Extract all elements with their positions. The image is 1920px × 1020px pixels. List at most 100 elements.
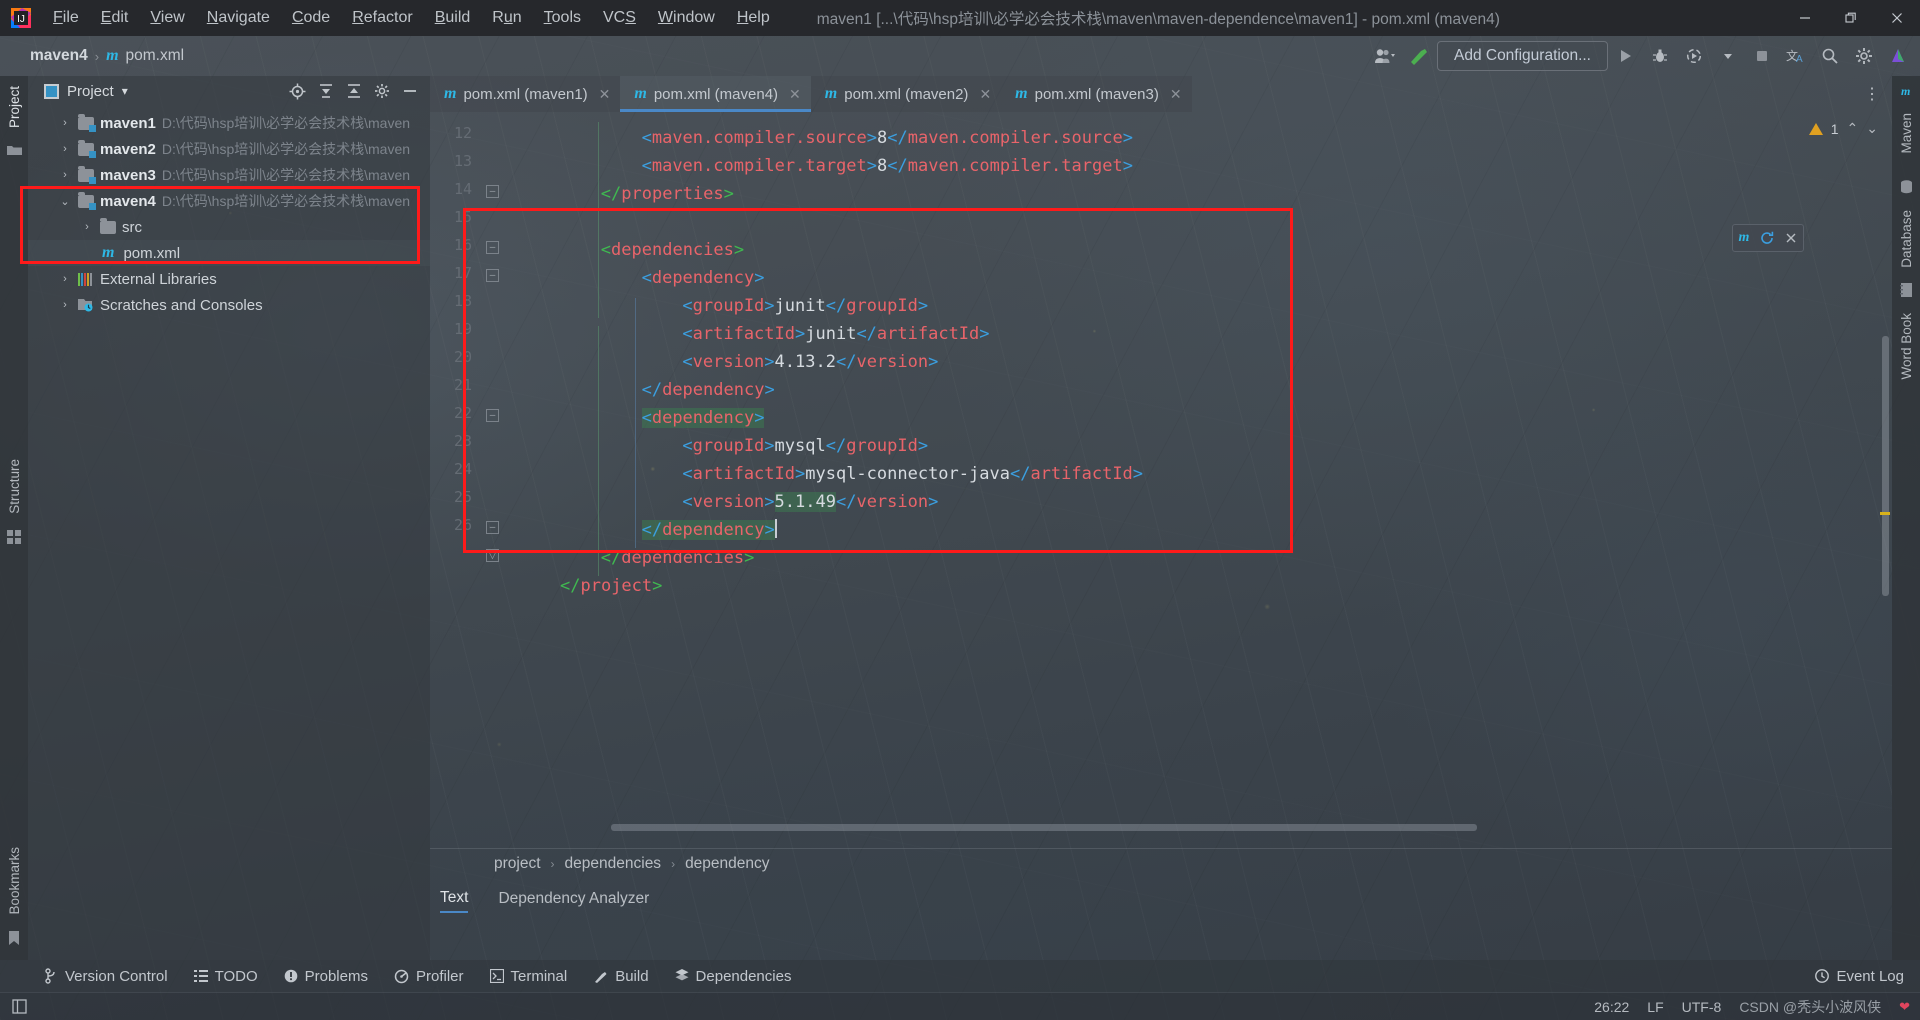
close-icon[interactable] <box>1785 232 1797 244</box>
menu-code[interactable]: Code <box>281 5 341 31</box>
chevron-down-icon[interactable]: ▾ <box>122 84 128 98</box>
code-line[interactable]: <groupId>mysql</groupId> <box>560 432 928 460</box>
project-tree[interactable]: › maven1 D:\代码\hsp培训\必学必会技术栈\maven › mav… <box>28 106 430 318</box>
notebook-icon[interactable] <box>1900 283 1912 298</box>
debug-icon[interactable] <box>1644 40 1676 72</box>
scrollbar-thumb[interactable] <box>611 824 1478 831</box>
sidebar-item-word-book[interactable]: Word Book <box>1895 303 1918 390</box>
tree-node-pom-xml[interactable]: m pom.xml <box>28 240 430 266</box>
vertical-dots-icon[interactable]: ⋮ <box>1852 76 1892 112</box>
menu-run[interactable]: Run <box>481 5 532 31</box>
tab-dependency-analyzer[interactable]: Dependency Analyzer <box>498 890 649 912</box>
bookmark-icon[interactable] <box>8 931 20 946</box>
search-icon[interactable] <box>1814 40 1846 72</box>
user-avatar-icon[interactable] <box>1369 40 1401 72</box>
editor-tab-pom-maven2[interactable]: m pom.xml (maven2) ✕ <box>810 76 1002 112</box>
sidebar-item-maven[interactable]: Maven <box>1895 103 1918 164</box>
run-icon[interactable] <box>1610 40 1642 72</box>
expand-all-icon[interactable] <box>318 83 334 99</box>
maven-icon[interactable]: m <box>1900 84 1913 97</box>
code-line[interactable]: <dependency> <box>560 404 765 432</box>
tool-button-problems[interactable]: Problems <box>284 968 368 985</box>
file-encoding[interactable]: UTF-8 <box>1682 999 1722 1015</box>
code-line[interactable]: </project> <box>560 572 662 600</box>
breadcrumb-project[interactable]: project <box>494 855 541 873</box>
stop-icon[interactable] <box>1746 40 1778 72</box>
maven-reload-popup[interactable]: m <box>1732 224 1804 252</box>
code-fold-toggle[interactable]: – <box>486 185 499 198</box>
tool-button-version-control[interactable]: Version Control <box>44 968 168 985</box>
menu-build[interactable]: Build <box>424 5 482 31</box>
code-line[interactable]: </dependencies> <box>560 544 755 572</box>
chevron-up-icon[interactable]: ⌃ <box>1847 120 1859 137</box>
menu-view[interactable]: View <box>139 5 195 31</box>
close-icon[interactable]: ✕ <box>1170 86 1182 103</box>
code-line[interactable]: <dependencies> <box>560 236 744 264</box>
tree-node-maven3[interactable]: › maven3 D:\代码\hsp培训\必学必会技术栈\maven <box>28 162 430 188</box>
chevron-right-icon[interactable]: › <box>58 273 72 285</box>
tree-node-maven4[interactable]: ⌄ maven4 D:\代码\hsp培训\必学必会技术栈\maven <box>28 188 430 214</box>
code-fold-toggle[interactable]: – <box>486 241 499 254</box>
folder-icon[interactable] <box>6 144 22 156</box>
menu-file[interactable]: File <box>42 5 90 31</box>
breadcrumb-dependencies[interactable]: dependencies <box>565 855 662 873</box>
hide-icon[interactable] <box>402 83 418 99</box>
idea-assistant-icon[interactable] <box>1882 40 1914 72</box>
menu-vcs[interactable]: VCS <box>592 5 647 31</box>
translate-icon[interactable]: 文A <box>1780 40 1812 72</box>
code-line[interactable]: </properties> <box>560 180 734 208</box>
chevron-right-icon[interactable]: › <box>58 299 72 311</box>
database-icon[interactable] <box>1900 179 1913 194</box>
close-icon[interactable]: ✕ <box>599 86 611 103</box>
menu-bar[interactable]: File Edit View Navigate Code Refactor Bu… <box>42 5 781 31</box>
sidebar-item-structure[interactable]: Structure <box>3 449 26 524</box>
structure-icon[interactable] <box>7 530 21 545</box>
editor-horizontal-scrollbar[interactable] <box>480 824 1792 832</box>
tool-button-build[interactable]: Build <box>593 968 649 985</box>
code-viewport[interactable]: 12 13 14 15 16 17 18 19 20 21 22 23 24 25 26– – – – – ▽ <ma… <box>430 112 1892 960</box>
editor-tab-pom-maven1[interactable]: m pom.xml (maven1) ✕ <box>430 76 621 112</box>
menu-tools[interactable]: Tools <box>533 5 592 31</box>
collapse-all-icon[interactable] <box>346 83 362 99</box>
tab-text[interactable]: Text <box>440 889 469 913</box>
line-separator[interactable]: LF <box>1647 999 1663 1015</box>
tool-button-event-log[interactable]: Event Log <box>1815 968 1904 985</box>
code-fold-toggle[interactable]: – <box>486 269 499 282</box>
sidebar-item-bookmarks[interactable]: Bookmarks <box>3 837 26 925</box>
code-line[interactable]: <dependency> <box>560 264 765 292</box>
chevron-down-icon[interactable]: ⌄ <box>58 195 72 208</box>
code-fold-toggle[interactable]: ▽ <box>486 549 499 562</box>
build-hammer-icon[interactable] <box>1403 40 1435 72</box>
menu-help[interactable]: Help <box>726 5 781 31</box>
editor-marker-warning[interactable] <box>1880 512 1890 515</box>
chevron-down-icon[interactable]: ⌄ <box>1866 120 1878 137</box>
code-line[interactable]: <maven.compiler.target>8</maven.compiler… <box>560 152 1133 180</box>
code-fold-toggle[interactable]: – <box>486 521 499 534</box>
navbar-crumb-module[interactable]: maven4 <box>30 47 88 65</box>
maximize-button[interactable] <box>1828 0 1874 36</box>
sidebar-item-database[interactable]: Database <box>1895 200 1918 278</box>
settings-gear-icon[interactable] <box>374 83 390 99</box>
editor-tab-pom-maven4[interactable]: m pom.xml (maven4) ✕ <box>620 76 812 112</box>
reload-icon[interactable] <box>1760 231 1774 245</box>
add-configuration-button[interactable]: Add Configuration... <box>1436 41 1608 71</box>
breadcrumb-dependency[interactable]: dependency <box>685 855 769 873</box>
editor-tab-pom-maven3[interactable]: m pom.xml (maven3) ✕ <box>1001 76 1192 112</box>
editor-vertical-scrollbar[interactable] <box>1880 156 1890 840</box>
close-icon[interactable]: ✕ <box>789 86 801 103</box>
scrollbar-thumb[interactable] <box>1882 336 1889 596</box>
tool-button-profiler[interactable]: Profiler <box>394 968 464 985</box>
code-line[interactable]: <version>4.13.2</version> <box>560 348 938 376</box>
caret-position[interactable]: 26:22 <box>1594 999 1629 1015</box>
menu-window[interactable]: Window <box>647 5 726 31</box>
inspection-widget[interactable]: 1 ⌃ ⌄ <box>1808 120 1878 137</box>
chevron-right-icon[interactable]: › <box>80 221 94 233</box>
settings-gear-icon[interactable] <box>1848 40 1880 72</box>
tree-node-external-libraries[interactable]: › External Libraries <box>28 266 430 292</box>
code-line[interactable]: <version>5.1.49</version> <box>560 488 938 516</box>
tree-node-maven1[interactable]: › maven1 D:\代码\hsp培训\必学必会技术栈\maven <box>28 110 430 136</box>
tool-button-dependencies[interactable]: Dependencies <box>675 968 791 985</box>
code-line[interactable]: <groupId>junit</groupId> <box>560 292 928 320</box>
chevron-right-icon[interactable]: › <box>58 143 72 155</box>
code-line[interactable]: </dependency> <box>560 516 777 544</box>
